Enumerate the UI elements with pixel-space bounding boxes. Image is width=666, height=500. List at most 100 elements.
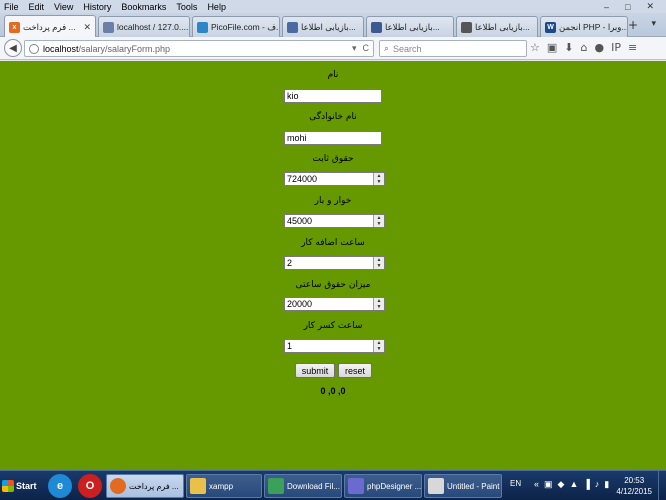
tab-picofile[interactable]: PicoFile.com - ف...: [192, 16, 280, 37]
history-dropdown-icon[interactable]: ▾: [352, 43, 357, 54]
menu-tools[interactable]: Tools: [176, 2, 197, 12]
url-path: /salary/salaryForm.php: [78, 43, 171, 54]
spin-down-icon[interactable]: ▼: [374, 263, 384, 269]
tab-salary-form[interactable]: x فرم پرداخت ... ✕: [4, 15, 96, 38]
submit-button[interactable]: submit: [295, 363, 335, 378]
first-name-input[interactable]: kio: [284, 89, 382, 103]
spin-down-icon[interactable]: ▼: [374, 304, 384, 310]
close-window-button[interactable]: ✕: [646, 1, 654, 12]
new-tab-button[interactable]: +: [628, 18, 638, 32]
downloads-icon[interactable]: ⬇: [564, 41, 573, 54]
reading-list-icon[interactable]: ▣: [547, 41, 557, 54]
toolbar-icons: ☆ ▣ ⬇ ⌂ ● IP ≡: [530, 41, 637, 54]
absence-hours-label: ساعت کسر کار: [303, 321, 363, 331]
page-favicon-icon: [461, 21, 472, 33]
grocery-allowance-label: خوار و بار: [314, 196, 352, 206]
menu-help[interactable]: Help: [207, 2, 226, 12]
menu-icon[interactable]: ≡: [628, 41, 637, 54]
hourly-rate-value: 20000: [287, 299, 313, 309]
task-label: Untitled - Paint: [447, 481, 500, 491]
close-tab-icon[interactable]: ✕: [79, 22, 91, 33]
taskbar-item-phpdesigner[interactable]: phpDesigner ...: [344, 474, 422, 498]
hourly-rate-input[interactable]: 20000 ▲ ▼: [284, 297, 385, 311]
menu-view[interactable]: View: [54, 2, 73, 12]
network-icon[interactable]: ▐: [583, 479, 589, 490]
navigation-bar: ◀ localhost/salary/salaryForm.php ▾ C ⌕ …: [0, 37, 666, 60]
window-controls: – □ ✕: [604, 0, 664, 13]
back-button[interactable]: ◀: [4, 39, 22, 57]
menu-file[interactable]: File: [4, 2, 19, 12]
hourly-rate-label: میزان حقوق ساعتی: [295, 280, 371, 290]
url-bar[interactable]: localhost/salary/salaryForm.php ▾ C: [24, 40, 374, 57]
overtime-hours-value: 2: [287, 258, 293, 268]
list-tabs-button[interactable]: ▾: [651, 19, 656, 29]
firefox-icon: [110, 478, 126, 494]
search-input[interactable]: ⌕ Search: [379, 40, 527, 57]
spinner[interactable]: ▲ ▼: [373, 257, 384, 269]
spin-down-icon[interactable]: ▼: [374, 346, 384, 352]
ip-addon-icon[interactable]: IP: [611, 41, 621, 54]
home-icon[interactable]: ⌂: [581, 41, 588, 54]
task-label: فرم پرداخت ...: [129, 481, 179, 491]
reload-icon[interactable]: C: [363, 43, 370, 54]
absence-hours-value: 1: [287, 341, 293, 351]
spinner[interactable]: ▲ ▼: [373, 173, 384, 185]
language-indicator[interactable]: EN: [510, 479, 521, 488]
flag-icon[interactable]: ▲: [569, 479, 578, 490]
battery-icon[interactable]: ▮: [604, 479, 609, 490]
taskbar-item-download[interactable]: Download Fil...: [264, 474, 342, 498]
opera-icon[interactable]: O: [78, 474, 102, 498]
minimize-button[interactable]: –: [604, 2, 609, 12]
search-placeholder: Search: [393, 43, 422, 54]
show-hidden-icons-icon[interactable]: «: [534, 479, 539, 490]
taskbar-item-xampp[interactable]: xampp: [186, 474, 262, 498]
grocery-allowance-input[interactable]: 45000 ▲ ▼: [284, 214, 385, 228]
absence-hours-input[interactable]: 1 ▲ ▼: [284, 339, 385, 353]
grocery-allowance-value: 45000: [287, 216, 313, 226]
maximize-button[interactable]: □: [625, 2, 630, 12]
volume-icon[interactable]: ♪: [595, 479, 600, 490]
tab-label: localhost / 127.0....: [117, 22, 189, 32]
task-label: xampp: [209, 481, 234, 491]
xampp-tray-icon[interactable]: ▣: [544, 479, 553, 490]
tab-label: فرم پرداخت ...: [23, 21, 76, 32]
taskbar-item-paint[interactable]: Untitled - Paint: [424, 474, 502, 498]
download-manager-icon: [268, 478, 284, 494]
phpdesigner-icon: [348, 478, 364, 494]
search-icon: ⌕: [384, 43, 390, 53]
tab-recovery-1[interactable]: بازیابی اطلاعا...: [282, 16, 364, 37]
spin-down-icon[interactable]: ▼: [374, 179, 384, 185]
show-desktop-button[interactable]: [658, 471, 666, 500]
overtime-hours-input[interactable]: 2 ▲ ▼: [284, 256, 385, 270]
taskbar-item-firefox[interactable]: فرم پرداخت ...: [106, 474, 184, 498]
tab-recovery-3[interactable]: بازیابی اطلاعا...: [456, 16, 538, 37]
paint-icon: [428, 478, 444, 494]
globe-icon: [29, 43, 39, 54]
bookmark-star-icon[interactable]: ☆: [530, 41, 540, 54]
folder-icon: [190, 478, 206, 494]
spinner[interactable]: ▲ ▼: [373, 298, 384, 310]
windows-logo-icon: [2, 480, 14, 492]
clock[interactable]: 20:53 4/12/2015: [616, 475, 652, 497]
tab-phpmyadmin[interactable]: localhost / 127.0....: [98, 16, 190, 37]
spinner[interactable]: ▲ ▼: [373, 340, 384, 352]
menu-history[interactable]: History: [83, 2, 111, 12]
menu-bookmarks[interactable]: Bookmarks: [121, 2, 166, 12]
app-tray-icon[interactable]: ◆: [558, 479, 565, 490]
tab-php-forum[interactable]: W انجمن PHP - وبرا...: [540, 16, 628, 37]
tab-recovery-2[interactable]: بازیابی اطلاعا...: [366, 16, 454, 37]
last-name-input[interactable]: mohi: [284, 131, 382, 145]
overtime-hours-label: ساعت اضافه کار: [301, 238, 365, 248]
base-salary-input[interactable]: 724000 ▲ ▼: [284, 172, 385, 186]
xampp-favicon-icon: x: [9, 21, 20, 33]
start-button[interactable]: Start: [0, 475, 38, 497]
base-salary-value: 724000: [287, 174, 318, 184]
chat-icon[interactable]: ●: [594, 41, 604, 54]
spin-down-icon[interactable]: ▼: [374, 221, 384, 227]
internet-explorer-icon[interactable]: e: [48, 474, 72, 498]
menu-edit[interactable]: Edit: [29, 2, 45, 12]
menu-bar: File Edit View History Bookmarks Tools H…: [0, 0, 666, 13]
spinner[interactable]: ▲ ▼: [373, 215, 384, 227]
reset-button[interactable]: reset: [338, 363, 372, 378]
page-favicon-icon: [371, 21, 382, 33]
